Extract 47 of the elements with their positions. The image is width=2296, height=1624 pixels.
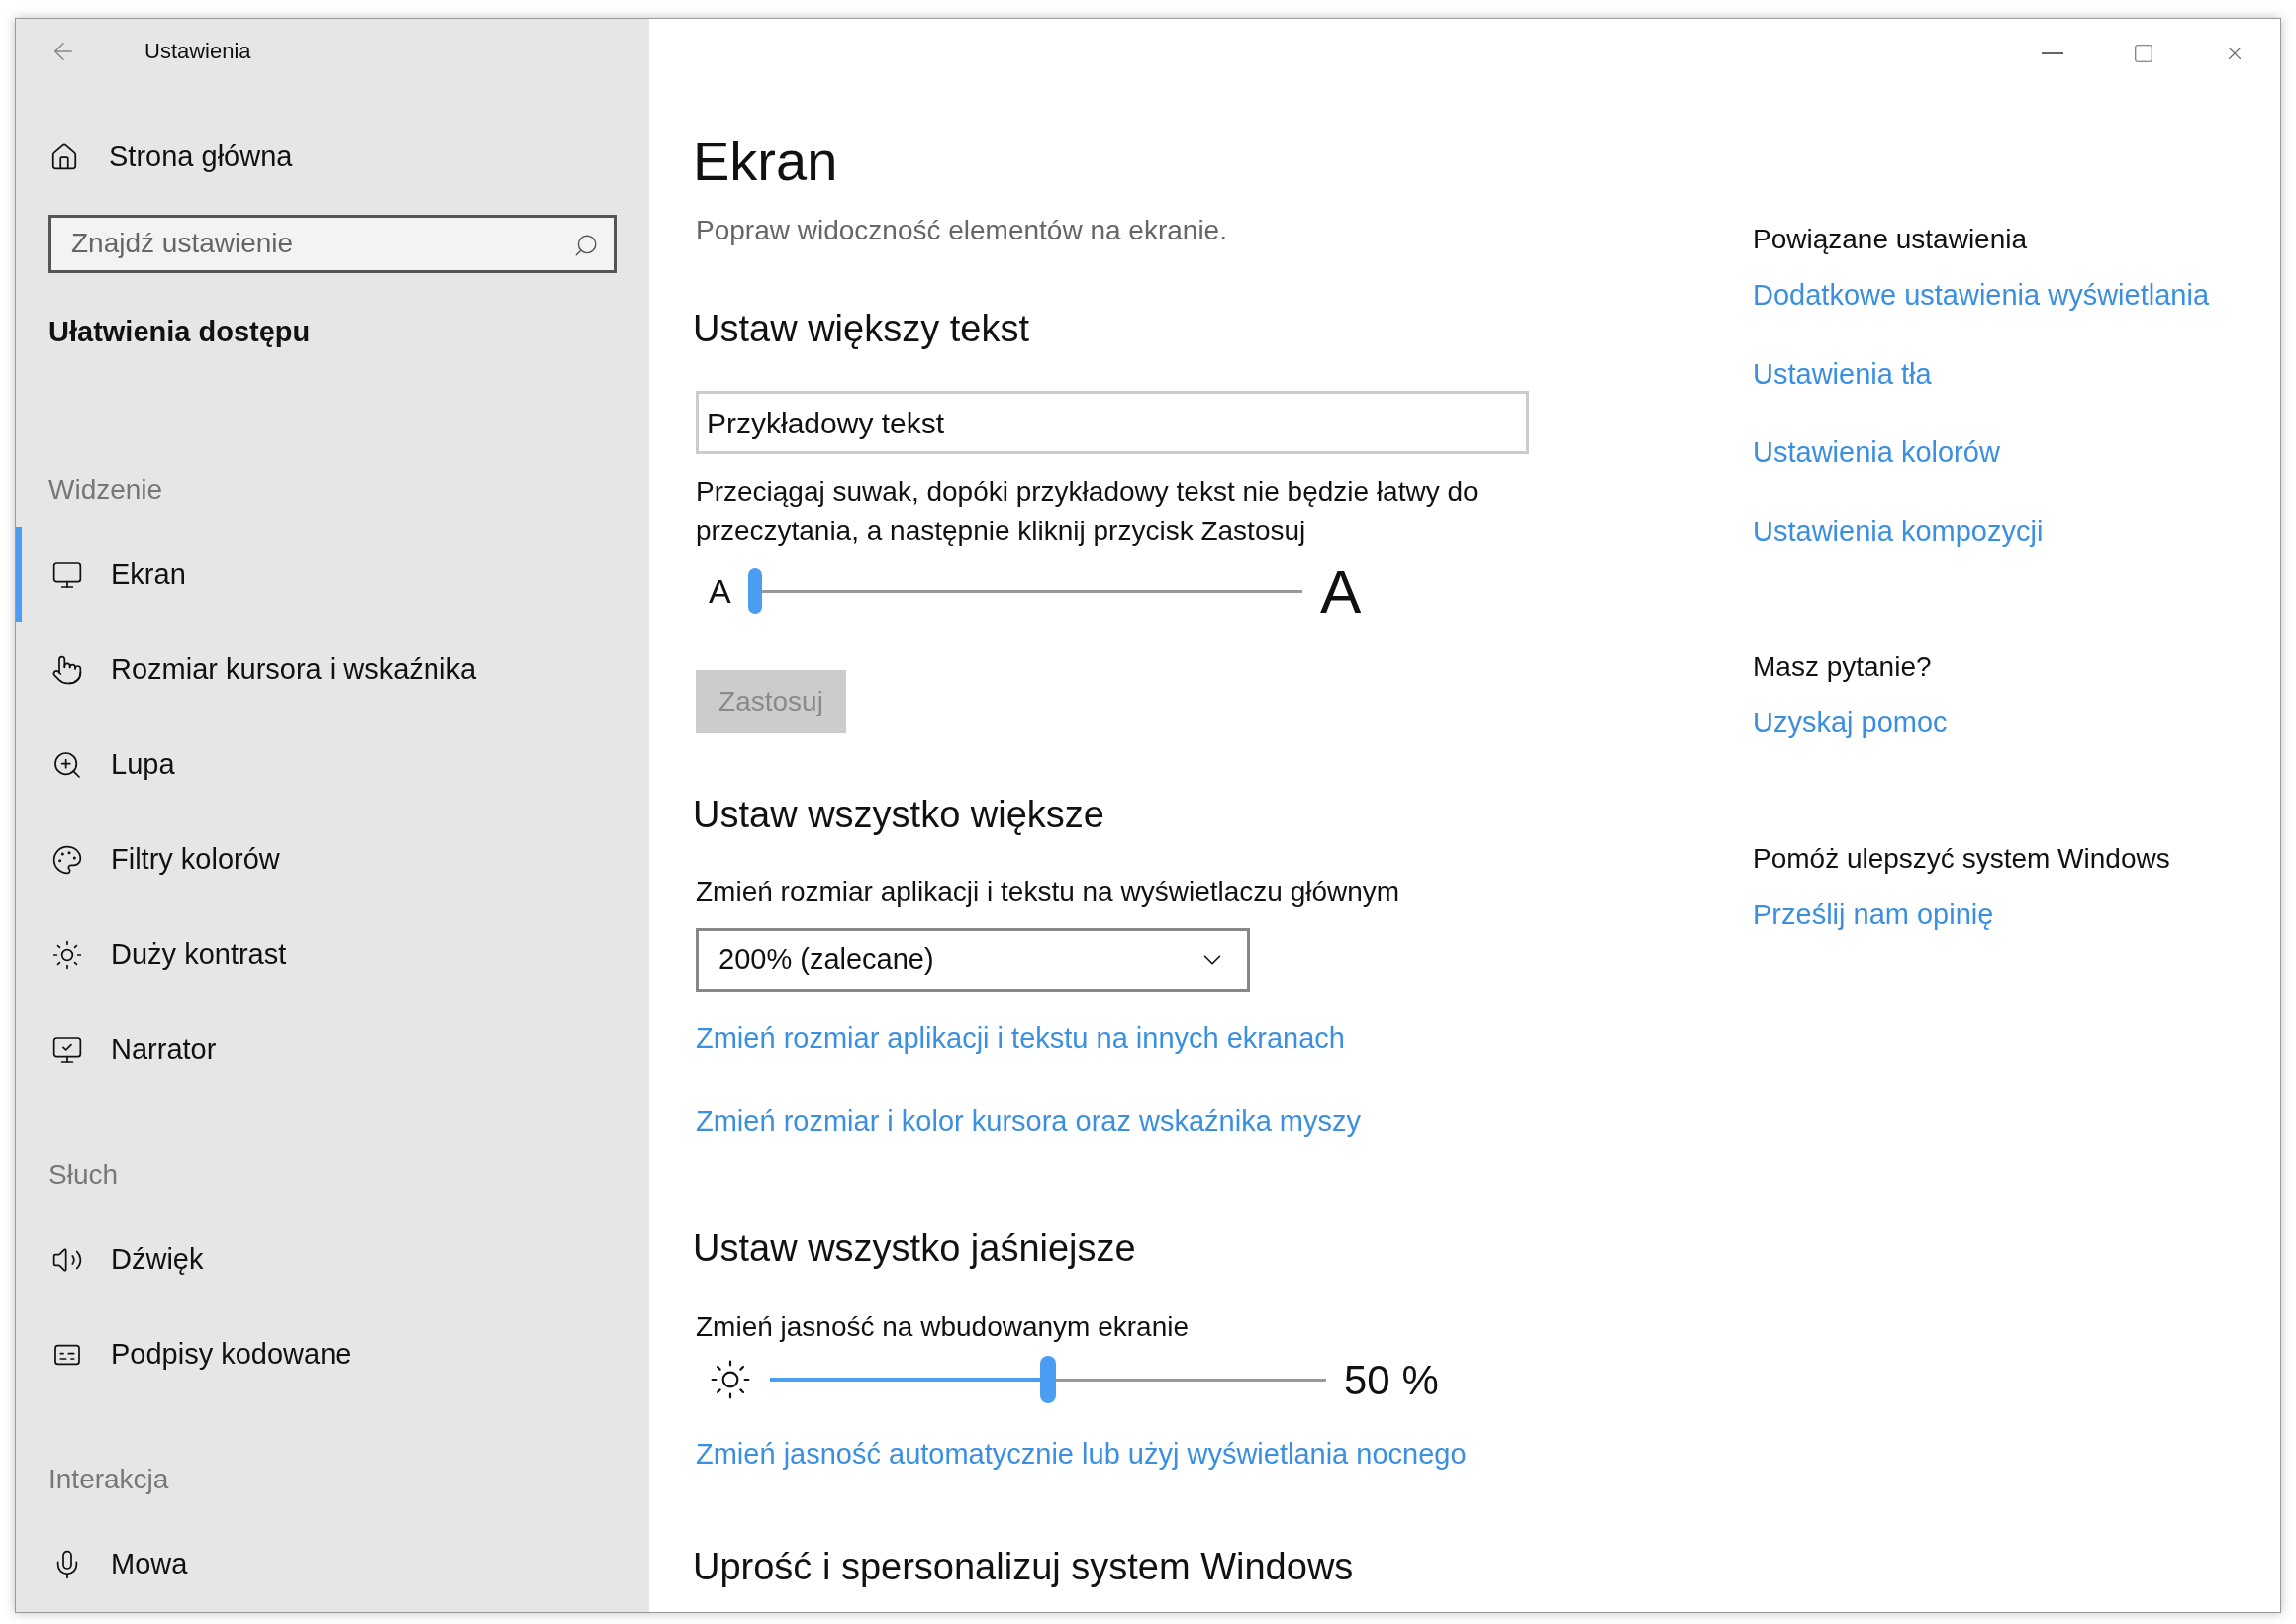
hand-pointer-icon [51, 654, 83, 686]
monitor-icon [51, 559, 83, 591]
related-heading: Pomóż ulepszyć system Windows [1753, 841, 2171, 876]
scale-dropdown[interactable]: 200% (zalecane) [696, 928, 1250, 992]
sun-icon [51, 939, 83, 971]
instructions-text: Przeciągaj suwak, dopóki przykładowy tekst nie będzie łatwy do przeczytania, a następnie kliknij przycisk Zastosuj [696, 475, 1480, 548]
scale-label: Zmień rozmiar aplikacji i tekstu na wyświetlaczu głównym [696, 875, 1401, 908]
nav-item[interactable]: Lupa [16, 717, 649, 812]
section-heading: Uprość i spersonalizuj system Windows [693, 1544, 1355, 1589]
nav-item[interactable]: Narrator [16, 1003, 649, 1098]
window-title: Ustawienia [144, 38, 251, 66]
section-heading: Ustaw wszystko większe [693, 793, 1105, 837]
nav-item[interactable]: Rozmiar kursora i wskaźnika [16, 622, 649, 717]
large-a-label: A [1320, 555, 1362, 627]
nav-item[interactable]: Filtry kolorów [16, 812, 649, 908]
palette-icon [51, 844, 83, 876]
group-heading: Interakcja [48, 1463, 170, 1496]
minimize-icon [2042, 52, 2063, 54]
maximize-icon [2133, 43, 2154, 64]
monitor-icon [51, 1034, 83, 1066]
related-heading: Powiązane ustawienia [1753, 223, 2029, 256]
group-heading: Słuch [48, 1158, 120, 1192]
nav-item[interactable]: Duży kontrast [16, 908, 649, 1003]
magnifier-plus-icon [51, 749, 83, 781]
group-heading: Widzenie [48, 473, 164, 507]
slider-thumb[interactable] [748, 568, 762, 614]
nav-item[interactable]: Ekran [16, 527, 649, 622]
category-title: Ułatwienia dostępu [48, 314, 312, 349]
brightness-label: Zmień jasność na wbudowanym ekranie [696, 1310, 1191, 1344]
brightness-slider[interactable] [770, 1356, 1326, 1403]
page-subtitle: Popraw widoczność elementów na ekranie. [696, 214, 1228, 247]
sample-text-field[interactable]: Przykładowy tekst [696, 391, 1529, 454]
section-heading: Ustaw większy tekst [693, 307, 1030, 351]
related-heading: Masz pytanie? [1753, 650, 1933, 684]
nav-item[interactable]: Dźwięk [16, 1212, 649, 1307]
nav-item[interactable]: Podpisy kodowane [16, 1307, 649, 1402]
slider-thumb[interactable] [1040, 1356, 1056, 1403]
brightness-reading: 50 % [1344, 1355, 1439, 1405]
nav-item[interactable]: Mowa [16, 1517, 649, 1612]
search-field[interactable]: Znajdź ustawienie [48, 215, 617, 273]
text-size-slider[interactable] [748, 571, 1302, 611]
page-title: Ekran [693, 134, 839, 189]
home-icon [49, 143, 79, 172]
section-heading: Ustaw wszystko jaśniejsze [693, 1226, 1137, 1271]
small-a-label: A [709, 570, 732, 612]
home-item[interactable]: Strona główna [49, 129, 649, 186]
sun-icon [709, 1358, 752, 1401]
